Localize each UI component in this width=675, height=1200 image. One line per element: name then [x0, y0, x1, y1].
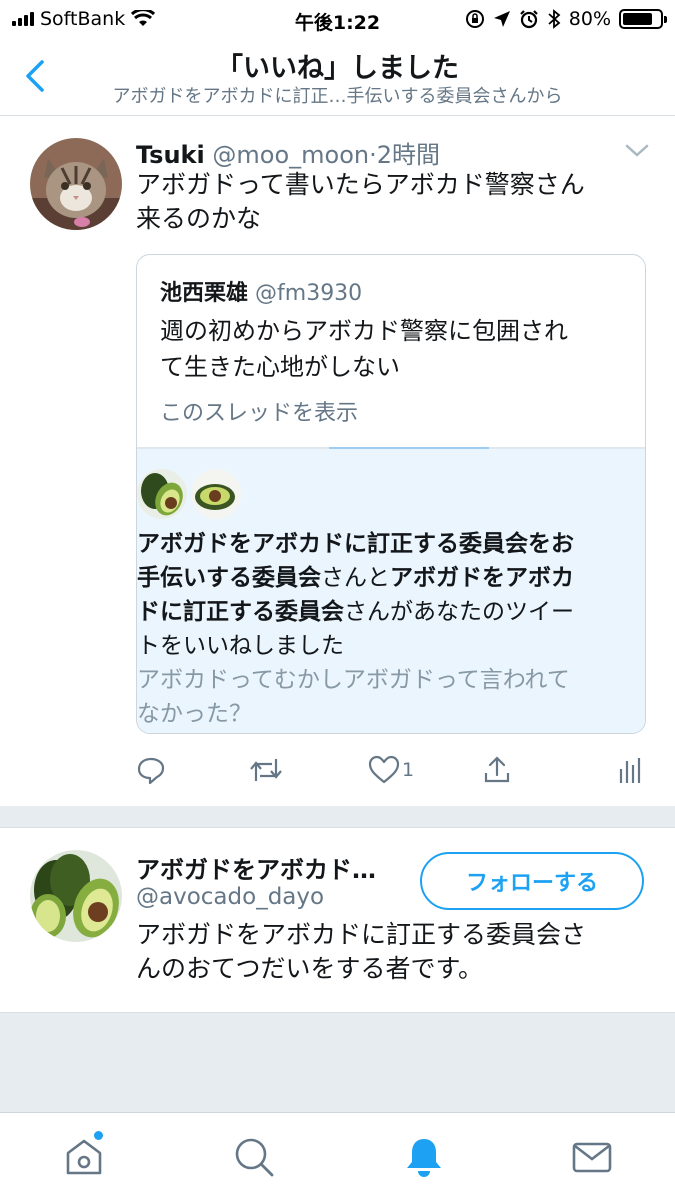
follow-button[interactable]: フォローする — [420, 852, 644, 910]
quoted-tweet[interactable]: 池西栗雄 @fm3930 週の初めからアボカド警察に包囲され て生きた心地がしな… — [136, 254, 646, 734]
alarm-icon — [519, 10, 538, 29]
reply-button[interactable] — [136, 752, 166, 788]
activity-line: 手伝いする委員会さんとアボガドをアボカ — [137, 561, 637, 595]
retweet-button[interactable] — [248, 752, 284, 788]
search-icon — [235, 1138, 274, 1177]
avatar[interactable] — [30, 850, 122, 942]
notifications-icon — [407, 1139, 441, 1177]
bio-line: んのおてつだいをする者です。 — [136, 954, 484, 983]
status-right: 80% — [465, 8, 667, 30]
activity-connector: さんがあなたのツイー — [344, 599, 574, 625]
activity-line: トをいいねしました — [137, 633, 344, 659]
home-icon — [66, 1139, 102, 1175]
preview-line: アボカドってむかしアボガドって言われて — [137, 667, 570, 693]
liker-name[interactable]: ドに訂正する委員会 — [137, 599, 344, 625]
like-activity-panel[interactable]: アボガドをアボカドに訂正する委員会をお 手伝いする委員会さんとアボガドをアボカ … — [137, 449, 645, 733]
tweet-text: アボガドって書いたらアボカド警察さん 来るのかな — [136, 168, 636, 236]
cat-avatar-image — [30, 138, 122, 230]
user-card[interactable]: アボガドをアボカド… @avocado_dayo アボガドをアボカドに訂正する委… — [0, 827, 675, 1013]
retweet-icon — [250, 759, 282, 781]
avocado-avatar-image — [30, 850, 122, 942]
share-button[interactable] — [482, 752, 512, 788]
avocado-avatar-image — [191, 469, 241, 519]
bio-line: アボガドをアボカドに訂正する委員会さ — [136, 920, 587, 949]
tweet-actions: 1 — [136, 752, 646, 792]
preview-line: なかった？ — [137, 701, 252, 727]
reply-icon — [137, 757, 165, 785]
quote-text-line: 週の初めからアボカド警察に包囲され — [160, 317, 568, 345]
messages-icon — [572, 1142, 612, 1173]
battery-percent: 80% — [568, 8, 611, 30]
tab-bar — [0, 1112, 675, 1200]
rotation-lock-icon — [465, 10, 484, 28]
bluetooth-icon — [548, 9, 561, 29]
analytics-button[interactable] — [618, 752, 642, 788]
tab-notifications[interactable] — [402, 1135, 446, 1179]
liker-name[interactable]: 手伝いする委員会 — [137, 565, 321, 591]
liker-name[interactable]: アボガドをアボカ — [390, 565, 574, 591]
analytics-icon — [619, 758, 641, 783]
tweet-text-line: アボガドって書いたらアボカド警察さん — [136, 170, 585, 199]
user-bio: アボガドをアボカドに訂正する委員会さ んのおてつだいをする者です。 — [136, 918, 636, 986]
battery-fill — [623, 13, 652, 25]
tweet-author-name[interactable]: Tsuki — [136, 141, 205, 169]
liked-tweet[interactable]: Tsuki @moo_moon·2時間 アボガドって書いたらアボカド警察さん 来… — [0, 116, 675, 806]
location-icon — [493, 11, 510, 27]
activity-connector: さんと — [321, 565, 390, 591]
tab-messages[interactable] — [570, 1135, 614, 1179]
tweet-separator: · — [369, 141, 377, 169]
share-icon — [484, 756, 510, 783]
empty-area — [0, 1013, 675, 1112]
show-thread-link[interactable]: このスレッドを表示 — [160, 395, 358, 427]
page-title: 「いいね」しました — [216, 53, 459, 84]
activity-line: アボガドをアボカドに訂正する委員会をお — [137, 527, 637, 561]
status-bar: SoftBank 午後1:22 80% — [0, 0, 675, 38]
quote-text-line: て生きた心地がしない — [160, 353, 400, 381]
activity-line: ドに訂正する委員会さんがあなたのツイー — [137, 595, 637, 629]
new-content-dot — [94, 1131, 103, 1140]
tab-search[interactable] — [232, 1135, 276, 1179]
avatar[interactable] — [30, 138, 122, 230]
battery-icon — [619, 9, 667, 29]
quote-text: 週の初めからアボカド警察に包囲され て生きた心地がしない — [160, 313, 630, 385]
avatar[interactable] — [137, 469, 187, 519]
user-handle: @avocado_dayo — [136, 884, 325, 910]
tweet-header: Tsuki @moo_moon·2時間 — [136, 135, 440, 170]
chevron-down-icon[interactable] — [624, 142, 650, 160]
like-activity-text: アボガドをアボカドに訂正する委員会をお 手伝いする委員会さんとアボガドをアボカ … — [137, 527, 637, 663]
quote-header: 池西栗雄 @fm3930 — [160, 275, 362, 307]
like-count: 1 — [402, 759, 415, 781]
heart-icon — [368, 755, 400, 784]
page-subtitle: アボガドをアボカドに訂正…手伝いする委員会さんから — [112, 86, 563, 107]
like-button[interactable]: 1 — [368, 752, 414, 788]
avatar[interactable] — [191, 469, 241, 519]
quote-author-handle: @fm3930 — [255, 281, 363, 306]
activity-tweet-preview: アボカドってむかしアボガドって言われて なかった？ — [137, 663, 637, 731]
tab-home[interactable] — [62, 1131, 106, 1179]
tweet-author-handle[interactable]: @moo_moon — [212, 141, 369, 169]
nav-bar: 「いいね」しました アボガドをアボカドに訂正…手伝いする委員会さんから — [0, 38, 675, 116]
liker-name[interactable]: アボガドをアボカドに訂正する委員会をお — [137, 531, 574, 557]
quote-author-name: 池西栗雄 — [160, 281, 249, 306]
avocado-avatar-image — [137, 469, 187, 519]
tweet-time: 2時間 — [376, 141, 441, 169]
section-divider — [0, 806, 675, 827]
user-name[interactable]: アボガドをアボカド… — [136, 850, 376, 885]
tweet-text-line: 来るのかな — [136, 204, 262, 233]
